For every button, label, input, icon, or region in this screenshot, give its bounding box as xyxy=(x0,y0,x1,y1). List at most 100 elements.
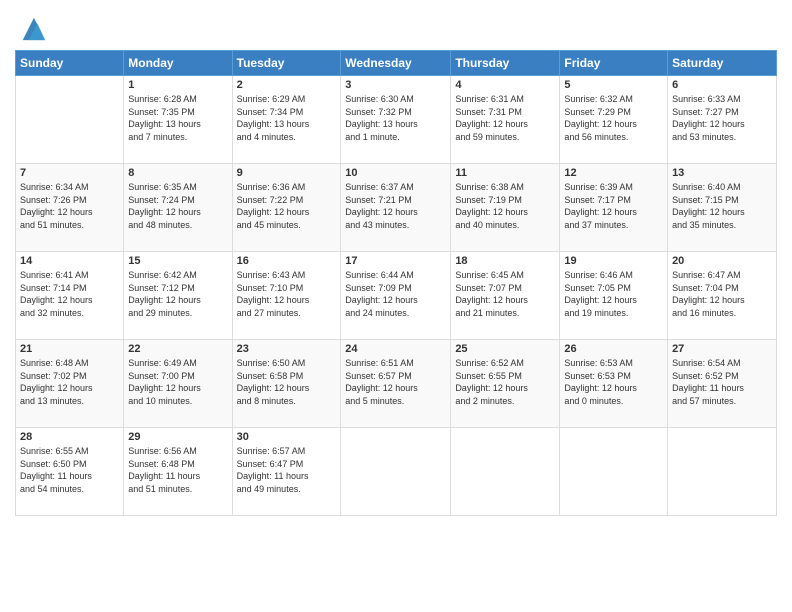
calendar-cell: 12 Sunrise: 6:39 AM Sunset: 7:17 PM Dayli… xyxy=(560,164,668,252)
day-info: Sunrise: 6:37 AM Sunset: 7:21 PM Dayligh… xyxy=(345,181,446,231)
day-number: 4 xyxy=(455,79,555,91)
day-info: Sunrise: 6:36 AM Sunset: 7:22 PM Dayligh… xyxy=(237,181,337,231)
day-number: 5 xyxy=(564,79,663,91)
day-info: Sunrise: 6:28 AM Sunset: 7:35 PM Dayligh… xyxy=(128,93,227,143)
calendar-cell: 4 Sunrise: 6:31 AM Sunset: 7:31 PM Daylig… xyxy=(451,76,560,164)
day-number: 7 xyxy=(20,167,119,179)
day-number: 13 xyxy=(672,167,772,179)
weekday-header-row: SundayMondayTuesdayWednesdayThursdayFrid… xyxy=(16,51,777,76)
day-number: 11 xyxy=(455,167,555,179)
weekday-header-monday: Monday xyxy=(124,51,232,76)
day-info: Sunrise: 6:54 AM Sunset: 6:52 PM Dayligh… xyxy=(672,357,772,407)
weekday-header-thursday: Thursday xyxy=(451,51,560,76)
calendar-cell: 14 Sunrise: 6:41 AM Sunset: 7:14 PM Dayli… xyxy=(16,252,124,340)
day-number: 9 xyxy=(237,167,337,179)
day-info: Sunrise: 6:31 AM Sunset: 7:31 PM Dayligh… xyxy=(455,93,555,143)
day-number: 16 xyxy=(237,255,337,267)
day-info: Sunrise: 6:55 AM Sunset: 6:50 PM Dayligh… xyxy=(20,445,119,495)
day-number: 23 xyxy=(237,343,337,355)
day-number: 26 xyxy=(564,343,663,355)
calendar-cell: 27 Sunrise: 6:54 AM Sunset: 6:52 PM Dayli… xyxy=(668,340,777,428)
weekday-header-friday: Friday xyxy=(560,51,668,76)
day-info: Sunrise: 6:56 AM Sunset: 6:48 PM Dayligh… xyxy=(128,445,227,495)
calendar-cell xyxy=(341,428,451,516)
day-number: 12 xyxy=(564,167,663,179)
calendar-cell: 6 Sunrise: 6:33 AM Sunset: 7:27 PM Daylig… xyxy=(668,76,777,164)
calendar-cell: 5 Sunrise: 6:32 AM Sunset: 7:29 PM Daylig… xyxy=(560,76,668,164)
calendar-cell: 20 Sunrise: 6:47 AM Sunset: 7:04 PM Dayli… xyxy=(668,252,777,340)
day-info: Sunrise: 6:49 AM Sunset: 7:00 PM Dayligh… xyxy=(128,357,227,407)
calendar-cell: 23 Sunrise: 6:50 AM Sunset: 6:58 PM Dayli… xyxy=(232,340,341,428)
calendar-cell: 10 Sunrise: 6:37 AM Sunset: 7:21 PM Dayli… xyxy=(341,164,451,252)
page: SundayMondayTuesdayWednesdayThursdayFrid… xyxy=(0,0,792,612)
calendar-cell: 30 Sunrise: 6:57 AM Sunset: 6:47 PM Dayli… xyxy=(232,428,341,516)
day-number: 27 xyxy=(672,343,772,355)
calendar-cell: 8 Sunrise: 6:35 AM Sunset: 7:24 PM Daylig… xyxy=(124,164,232,252)
calendar-cell xyxy=(16,76,124,164)
calendar-cell: 18 Sunrise: 6:45 AM Sunset: 7:07 PM Dayli… xyxy=(451,252,560,340)
day-info: Sunrise: 6:52 AM Sunset: 6:55 PM Dayligh… xyxy=(455,357,555,407)
day-info: Sunrise: 6:50 AM Sunset: 6:58 PM Dayligh… xyxy=(237,357,337,407)
day-info: Sunrise: 6:57 AM Sunset: 6:47 PM Dayligh… xyxy=(237,445,337,495)
day-info: Sunrise: 6:51 AM Sunset: 6:57 PM Dayligh… xyxy=(345,357,446,407)
day-number: 24 xyxy=(345,343,446,355)
day-info: Sunrise: 6:43 AM Sunset: 7:10 PM Dayligh… xyxy=(237,269,337,319)
day-number: 8 xyxy=(128,167,227,179)
day-info: Sunrise: 6:45 AM Sunset: 7:07 PM Dayligh… xyxy=(455,269,555,319)
weekday-header-tuesday: Tuesday xyxy=(232,51,341,76)
week-row-2: 7 Sunrise: 6:34 AM Sunset: 7:26 PM Daylig… xyxy=(16,164,777,252)
logo-icon xyxy=(19,14,47,42)
day-number: 1 xyxy=(128,79,227,91)
day-info: Sunrise: 6:53 AM Sunset: 6:53 PM Dayligh… xyxy=(564,357,663,407)
day-number: 18 xyxy=(455,255,555,267)
day-info: Sunrise: 6:32 AM Sunset: 7:29 PM Dayligh… xyxy=(564,93,663,143)
day-number: 3 xyxy=(345,79,446,91)
calendar-cell: 15 Sunrise: 6:42 AM Sunset: 7:12 PM Dayli… xyxy=(124,252,232,340)
calendar-cell: 11 Sunrise: 6:38 AM Sunset: 7:19 PM Dayli… xyxy=(451,164,560,252)
day-info: Sunrise: 6:41 AM Sunset: 7:14 PM Dayligh… xyxy=(20,269,119,319)
calendar-cell: 28 Sunrise: 6:55 AM Sunset: 6:50 PM Dayli… xyxy=(16,428,124,516)
day-info: Sunrise: 6:42 AM Sunset: 7:12 PM Dayligh… xyxy=(128,269,227,319)
day-number: 25 xyxy=(455,343,555,355)
day-number: 10 xyxy=(345,167,446,179)
weekday-header-sunday: Sunday xyxy=(16,51,124,76)
calendar-cell: 16 Sunrise: 6:43 AM Sunset: 7:10 PM Dayli… xyxy=(232,252,341,340)
day-number: 14 xyxy=(20,255,119,267)
day-number: 20 xyxy=(672,255,772,267)
logo xyxy=(15,14,47,42)
day-number: 17 xyxy=(345,255,446,267)
day-info: Sunrise: 6:48 AM Sunset: 7:02 PM Dayligh… xyxy=(20,357,119,407)
calendar-cell: 7 Sunrise: 6:34 AM Sunset: 7:26 PM Daylig… xyxy=(16,164,124,252)
day-info: Sunrise: 6:34 AM Sunset: 7:26 PM Dayligh… xyxy=(20,181,119,231)
calendar-cell: 29Sunrise: 6:56 AM Sunset: 6:48 PM Dayli… xyxy=(124,428,232,516)
calendar-cell: 21 Sunrise: 6:48 AM Sunset: 7:02 PM Dayli… xyxy=(16,340,124,428)
day-number: 15 xyxy=(128,255,227,267)
weekday-header-wednesday: Wednesday xyxy=(341,51,451,76)
day-info: Sunrise: 6:33 AM Sunset: 7:27 PM Dayligh… xyxy=(672,93,772,143)
day-number: 6 xyxy=(672,79,772,91)
day-info: Sunrise: 6:39 AM Sunset: 7:17 PM Dayligh… xyxy=(564,181,663,231)
week-row-3: 14 Sunrise: 6:41 AM Sunset: 7:14 PM Dayli… xyxy=(16,252,777,340)
day-number: 28 xyxy=(20,431,119,443)
week-row-5: 28 Sunrise: 6:55 AM Sunset: 6:50 PM Dayli… xyxy=(16,428,777,516)
calendar-cell: 1 Sunrise: 6:28 AM Sunset: 7:35 PM Daylig… xyxy=(124,76,232,164)
calendar-cell: 22Sunrise: 6:49 AM Sunset: 7:00 PM Dayli… xyxy=(124,340,232,428)
day-number: 30 xyxy=(237,431,337,443)
day-info: Sunrise: 6:29 AM Sunset: 7:34 PM Dayligh… xyxy=(237,93,337,143)
calendar-cell: 17 Sunrise: 6:44 AM Sunset: 7:09 PM Dayli… xyxy=(341,252,451,340)
day-number: 2 xyxy=(237,79,337,91)
weekday-header-saturday: Saturday xyxy=(668,51,777,76)
calendar-cell: 13 Sunrise: 6:40 AM Sunset: 7:15 PM Dayli… xyxy=(668,164,777,252)
day-info: Sunrise: 6:44 AM Sunset: 7:09 PM Dayligh… xyxy=(345,269,446,319)
calendar-cell xyxy=(451,428,560,516)
calendar-cell: 25 Sunrise: 6:52 AM Sunset: 6:55 PM Dayli… xyxy=(451,340,560,428)
calendar-cell: 19Sunrise: 6:46 AM Sunset: 7:05 PM Dayli… xyxy=(560,252,668,340)
calendar-cell: 26 Sunrise: 6:53 AM Sunset: 6:53 PM Dayli… xyxy=(560,340,668,428)
calendar-cell: 9 Sunrise: 6:36 AM Sunset: 7:22 PM Daylig… xyxy=(232,164,341,252)
day-number: 21 xyxy=(20,343,119,355)
day-info: Sunrise: 6:35 AM Sunset: 7:24 PM Dayligh… xyxy=(128,181,227,231)
calendar-cell: 24 Sunrise: 6:51 AM Sunset: 6:57 PM Dayli… xyxy=(341,340,451,428)
day-info: Sunrise: 6:47 AM Sunset: 7:04 PM Dayligh… xyxy=(672,269,772,319)
day-info: Sunrise: 6:38 AM Sunset: 7:19 PM Dayligh… xyxy=(455,181,555,231)
day-info: Sunrise: 6:40 AM Sunset: 7:15 PM Dayligh… xyxy=(672,181,772,231)
